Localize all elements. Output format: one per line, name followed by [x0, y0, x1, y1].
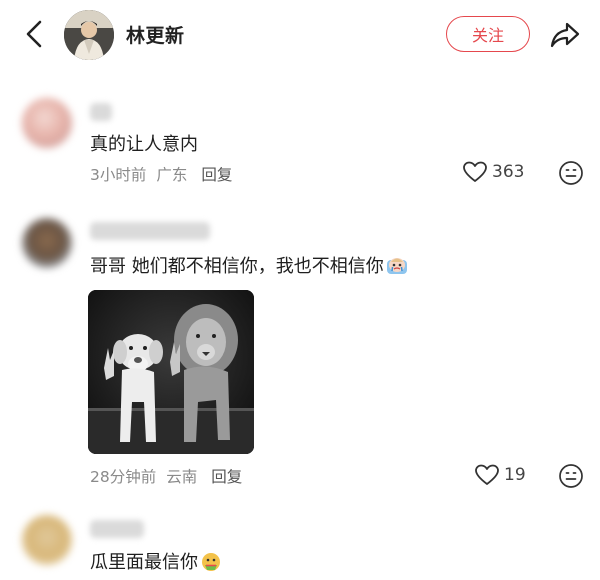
reply-button[interactable]: 回复 [211, 468, 242, 486]
comment-image[interactable] [88, 290, 254, 454]
commenter-avatar[interactable] [22, 515, 72, 565]
comment-text-content: 哥哥 她们都不相信你，我也不相信你 [90, 256, 384, 277]
dog-and-lion-photo [88, 290, 254, 454]
crying-face-emoji-icon [386, 258, 407, 274]
commenter-avatar[interactable] [22, 218, 72, 268]
comment-location: 云南 [166, 468, 198, 486]
page-title: 林更新 [126, 25, 185, 47]
heart-icon [463, 161, 487, 182]
commenter-username-blurred[interactable] [90, 103, 112, 121]
comment-text: 真的让人意内 [90, 134, 198, 155]
follow-button[interactable]: 关注 [446, 16, 530, 52]
like-button[interactable]: 19 [474, 463, 526, 487]
share-icon[interactable] [548, 18, 582, 52]
melon-eating-emoji-icon [202, 553, 220, 571]
react-face-icon[interactable] [558, 160, 584, 186]
like-count: 19 [504, 465, 526, 485]
like-count: 363 [492, 162, 525, 182]
reply-button[interactable]: 回复 [201, 166, 232, 184]
commenter-avatar[interactable] [22, 98, 72, 148]
like-button[interactable]: 363 [462, 160, 524, 184]
back-arrow-icon[interactable] [20, 18, 48, 50]
top-bar: 林更新 关注 [0, 0, 600, 72]
commenter-username-blurred[interactable] [90, 520, 144, 538]
react-face-icon[interactable] [558, 463, 584, 489]
commenter-username-blurred[interactable] [90, 222, 210, 240]
comment-location: 广东 [156, 166, 188, 184]
comment-meta: 28分钟前 云南 回复 [90, 465, 242, 487]
heart-icon [475, 464, 499, 485]
user-avatar[interactable] [64, 10, 114, 60]
comment-text-content: 瓜里面最信你 [90, 552, 198, 573]
comment-meta: 3小时前 广东 回复 [90, 163, 232, 185]
comment-time: 28分钟前 [90, 468, 157, 486]
comment-text: 瓜里面最信你 [90, 548, 222, 574]
comment-time: 3小时前 [90, 166, 147, 184]
comment-text: 哥哥 她们都不相信你，我也不相信你 [90, 252, 408, 278]
